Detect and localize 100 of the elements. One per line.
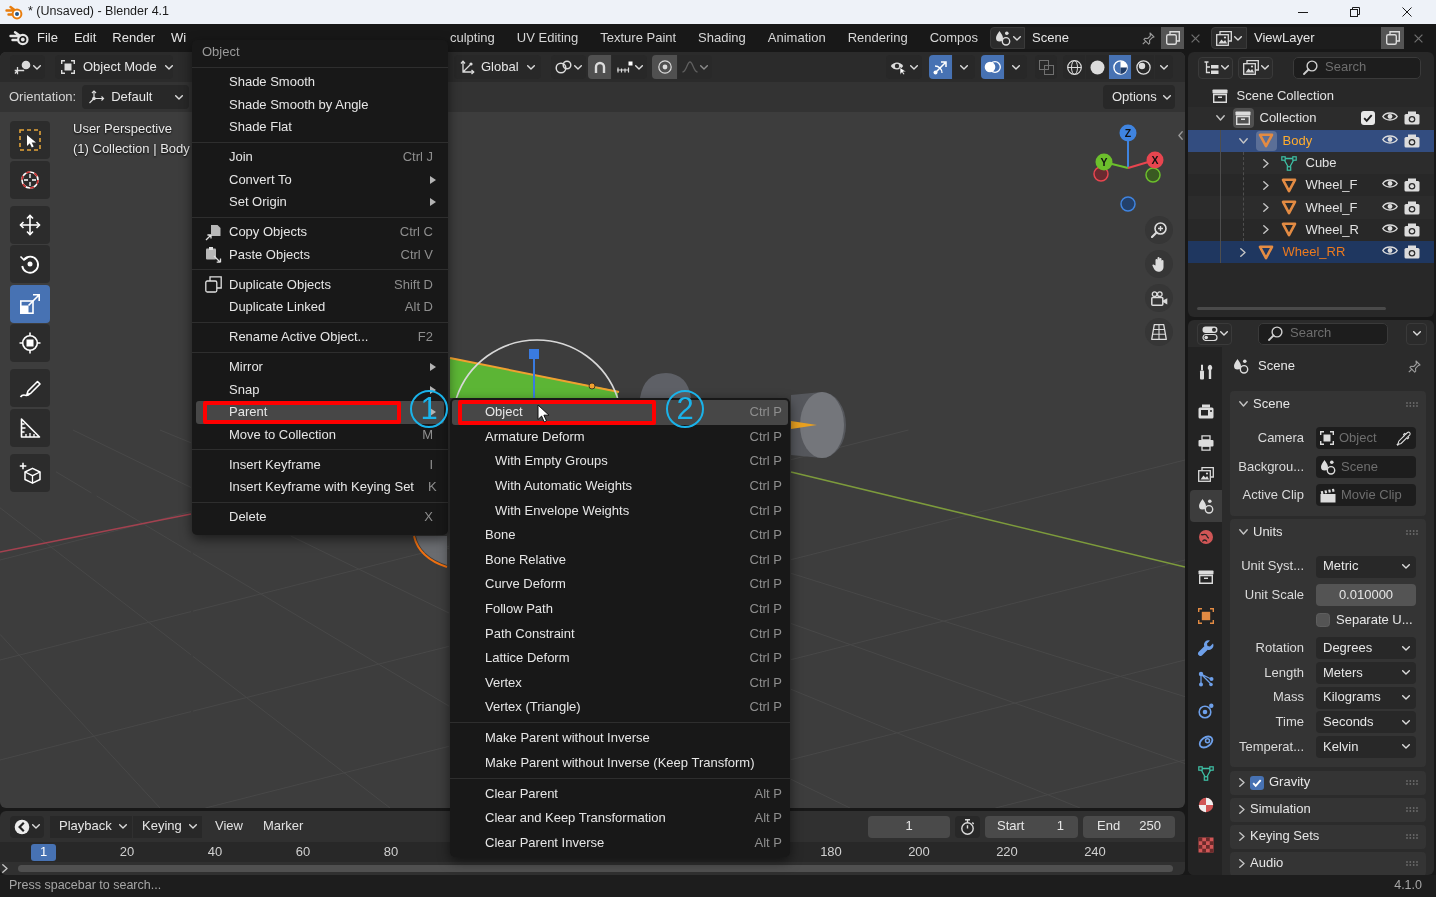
pan-button[interactable] (1145, 250, 1173, 278)
tool-button[interactable] (10, 121, 50, 159)
menu-button[interactable]: View (205, 815, 253, 838)
outliner-row[interactable]: Wheel_F (1188, 174, 1434, 197)
tool-button[interactable] (10, 160, 50, 199)
playhead[interactable]: 1 (31, 843, 56, 861)
menu-item[interactable]: Paste Objects Ctrl V (196, 243, 444, 266)
shading-mode-button[interactable] (1109, 55, 1131, 79)
chevron-down-icon[interactable] (1238, 137, 1248, 144)
menu-item[interactable]: Vertex (Triangle) Ctrl P (452, 695, 788, 720)
menu-item[interactable]: Vertex Ctrl P (452, 670, 788, 696)
menu-item[interactable]: Mirror (196, 356, 444, 379)
eye-icon[interactable] (1382, 133, 1398, 145)
menu-item[interactable]: Make Parent without Inverse (452, 726, 788, 751)
menu-item[interactable]: With Empty Groups Ctrl P (452, 449, 788, 474)
drag-handle-icon[interactable] (1406, 780, 1418, 786)
menu-item[interactable]: Set Origin (196, 191, 444, 214)
menu-item[interactable]: Duplicate Linked Alt D (196, 296, 444, 319)
outliner-row[interactable]: Cube (1188, 151, 1434, 175)
outliner-row[interactable]: Collection (1188, 107, 1434, 130)
overlays-toggle[interactable] (981, 55, 1004, 79)
outliner-row[interactable]: Body (1188, 129, 1434, 152)
current-frame-field[interactable]: 1 (868, 815, 950, 838)
search-field[interactable]: Search (1258, 322, 1388, 345)
search-field[interactable]: Search (1293, 56, 1421, 79)
workspace-tab[interactable]: culpting (439, 26, 506, 50)
menu-dropdown[interactable]: Playback (50, 815, 132, 838)
menu-item[interactable]: Shade Smooth by Angle (196, 93, 444, 116)
options-dropdown[interactable]: Options (1103, 85, 1175, 109)
start-frame-field[interactable]: Start 1 (985, 815, 1078, 838)
menu-item[interactable]: With Automatic Weights Ctrl P (452, 473, 788, 499)
editor-type-button[interactable] (1197, 322, 1232, 345)
end-frame-field[interactable]: End 250 (1083, 815, 1175, 838)
menu-item[interactable]: Convert To (196, 168, 444, 191)
outliner-row[interactable]: Scene Collection (1188, 85, 1434, 108)
menu-item[interactable]: Shade Smooth (196, 71, 444, 94)
dropdown[interactable]: Degrees (1316, 637, 1416, 660)
zoom-button[interactable] (1145, 216, 1173, 244)
scene-name-field[interactable]: Scene (1025, 27, 1161, 49)
menu-button[interactable]: Wi (163, 27, 195, 49)
camera-icon[interactable] (1404, 111, 1420, 126)
drag-handle-icon[interactable] (1406, 861, 1418, 867)
projection-toggle-button[interactable] (1145, 318, 1173, 346)
workspace-tab[interactable]: Compos (918, 26, 989, 50)
camera-icon[interactable] (1404, 222, 1420, 237)
picker-input[interactable]: Scene (1341, 458, 1411, 475)
menu-item[interactable]: Curve Deform Ctrl P (452, 572, 788, 597)
pin-icon[interactable] (1408, 359, 1421, 373)
auto-keying-toggle[interactable] (955, 815, 980, 838)
chevron-left-icon[interactable] (1178, 131, 1183, 140)
menu-item[interactable]: Shade Flat (196, 116, 444, 139)
camera-icon[interactable] (1404, 245, 1420, 260)
drag-handle-icon[interactable] (1406, 529, 1418, 535)
menu-item[interactable]: Join Ctrl J (196, 146, 444, 169)
transform-orientation-dropdown[interactable]: Global (454, 55, 541, 79)
menu-item[interactable]: Lattice Deform Ctrl P (452, 645, 788, 671)
snap-toggle[interactable] (588, 55, 611, 79)
outliner-row[interactable]: Wheel_R (1188, 218, 1434, 242)
tool-button[interactable] (10, 453, 50, 492)
drag-handle-icon[interactable] (1406, 401, 1418, 407)
drag-handle-icon[interactable] (1406, 807, 1418, 813)
tool-button[interactable] (10, 245, 50, 283)
menu-button[interactable]: Marker (252, 815, 314, 838)
tool-button[interactable] (10, 205, 50, 244)
editor-type-button[interactable] (10, 815, 44, 838)
workspace-tab[interactable]: UV Editing (505, 26, 590, 50)
tool-button[interactable] (10, 284, 50, 323)
panel-header[interactable]: Keying Sets (1230, 824, 1426, 849)
picker-input[interactable]: Object (1339, 430, 1391, 447)
checkbox[interactable] (1316, 612, 1330, 627)
mode-dropdown[interactable]: Object Mode (55, 55, 173, 79)
outliner-row[interactable]: Wheel_RR (1188, 241, 1434, 264)
blender-logo-icon[interactable] (9, 30, 29, 46)
xray-toggle[interactable] (1035, 55, 1057, 79)
menu-item[interactable]: Bone Relative Ctrl P (452, 547, 788, 573)
menu-dropdown[interactable]: Keying (133, 815, 202, 838)
new-view-layer-button[interactable] (1381, 27, 1404, 49)
tool-button[interactable] (10, 369, 50, 407)
dropdown[interactable]: Kilograms (1316, 686, 1416, 709)
camera-icon[interactable] (1404, 200, 1420, 215)
menu-button[interactable]: File (29, 27, 66, 49)
dropdown[interactable]: Metric (1316, 555, 1416, 578)
panel-header[interactable]: Audio (1230, 851, 1426, 875)
view-layer-browse-button[interactable] (1211, 27, 1247, 49)
menu-item[interactable]: Follow Path Ctrl P (452, 596, 788, 622)
orientation-dropdown[interactable]: Default (82, 85, 190, 109)
chevron-right-icon[interactable] (1263, 158, 1269, 168)
negative-axis-handle[interactable] (1120, 196, 1136, 212)
object-picker-field[interactable]: Object (1316, 427, 1416, 450)
axis-handle[interactable]: X (1127, 151, 1164, 169)
eye-icon[interactable] (1382, 178, 1398, 190)
chevron-right-icon[interactable] (1263, 203, 1269, 213)
new-scene-button[interactable] (1161, 27, 1184, 49)
tool-button[interactable] (10, 408, 50, 447)
eye-icon[interactable] (1382, 111, 1398, 123)
dropdown[interactable]: Kelvin (1316, 735, 1416, 758)
menu-item[interactable]: Duplicate Objects Shift D (196, 273, 444, 296)
number-field[interactable]: 0.010000 (1316, 584, 1416, 607)
chevron-right-icon[interactable] (1263, 225, 1269, 235)
drag-handle-icon[interactable] (1406, 834, 1418, 840)
